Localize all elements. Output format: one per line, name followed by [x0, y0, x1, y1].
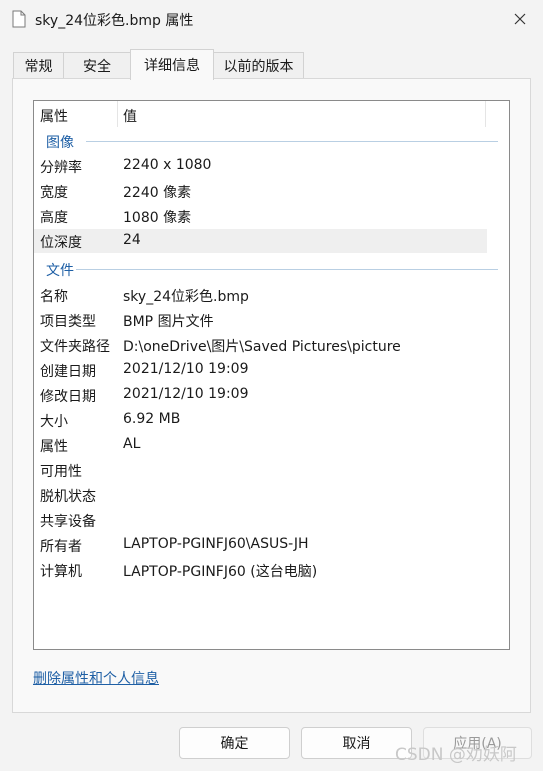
- group-label: 图像: [46, 135, 74, 151]
- table-row[interactable]: 创建日期 2021/12/10 19:09: [34, 358, 487, 382]
- group-label: 文件: [46, 263, 74, 279]
- table-row[interactable]: 属性 AL: [34, 433, 487, 457]
- group-image: 图像: [34, 130, 509, 152]
- table-row[interactable]: 修改日期 2021/12/10 19:09: [34, 383, 487, 407]
- table-row[interactable]: 计算机 LAPTOP-PGINFJ60 (这台电脑): [34, 558, 487, 582]
- group-divider: [86, 141, 498, 142]
- header-divider[interactable]: [485, 101, 486, 127]
- watermark: CSDN @劝妖阿: [395, 745, 517, 765]
- header-property[interactable]: 属性: [40, 106, 68, 126]
- table-row[interactable]: 脱机状态: [34, 483, 487, 507]
- title-bar: sky_24位彩色.bmp 属性: [0, 0, 543, 40]
- table-row[interactable]: 所有者 LAPTOP-PGINFJ60\ASUS-JH: [34, 533, 487, 557]
- remove-properties-link[interactable]: 删除属性和个人信息: [33, 668, 159, 688]
- details-panel: 属性 值 图像 分辨率 2240 x 1080 宽度 2240 像素 高度 1080 …: [12, 78, 531, 713]
- group-file: 文件: [34, 258, 509, 280]
- file-icon: [12, 10, 26, 28]
- table-row[interactable]: 宽度 2240 像素: [34, 179, 487, 203]
- header-value[interactable]: 值: [123, 106, 137, 126]
- table-row[interactable]: 文件夹路径 D:\oneDrive\图片\Saved Pictures\pictu…: [34, 333, 487, 357]
- tab-details[interactable]: 详细信息: [130, 49, 214, 80]
- header-divider[interactable]: [117, 101, 118, 127]
- tab-general[interactable]: 常规: [13, 52, 64, 79]
- table-row[interactable]: 项目类型 BMP 图片文件: [34, 308, 487, 332]
- table-row[interactable]: 名称 sky_24位彩色.bmp: [34, 283, 487, 307]
- table-row[interactable]: 大小 6.92 MB: [34, 408, 487, 432]
- table-row[interactable]: 高度 1080 像素: [34, 204, 487, 228]
- close-button[interactable]: [497, 0, 543, 38]
- window-title: sky_24位彩色.bmp 属性: [35, 13, 194, 29]
- tab-security[interactable]: 安全: [63, 52, 131, 79]
- list-header: 属性 值: [34, 101, 509, 128]
- tab-previous-versions[interactable]: 以前的版本: [213, 52, 304, 79]
- details-list[interactable]: 属性 值 图像 分辨率 2240 x 1080 宽度 2240 像素 高度 1080 …: [33, 100, 510, 650]
- table-row[interactable]: 位深度 24: [34, 229, 487, 253]
- table-row[interactable]: 共享设备: [34, 508, 487, 532]
- group-divider: [76, 269, 498, 270]
- ok-button[interactable]: 确定: [179, 727, 290, 759]
- table-row[interactable]: 可用性: [34, 458, 487, 482]
- table-row[interactable]: 分辨率 2240 x 1080: [34, 154, 487, 178]
- close-icon: [514, 13, 526, 25]
